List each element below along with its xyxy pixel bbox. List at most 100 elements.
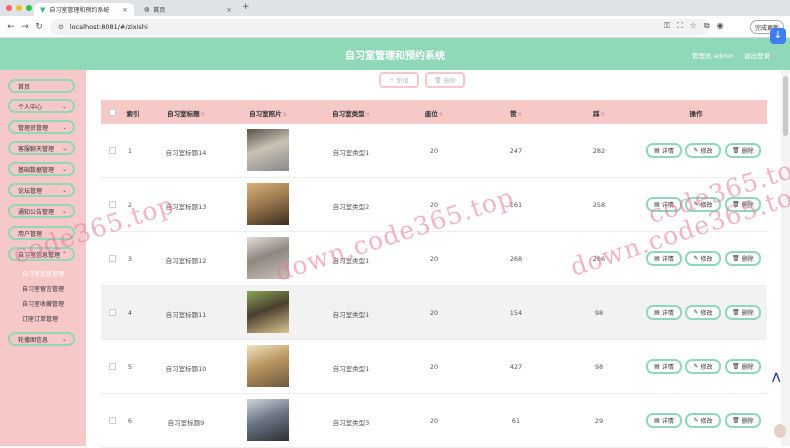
close-tab-icon[interactable]: × — [226, 6, 232, 14]
delete-button-label: 删除 — [443, 77, 456, 85]
cell-dislikes: 282 — [592, 147, 606, 155]
sidebar-item-home[interactable]: 首页 — [8, 79, 75, 93]
sort-icon[interactable]: ⇅ — [601, 112, 605, 118]
browser-tab-active[interactable]: ▼ 自习室管理和预约系统 × — [34, 3, 134, 16]
table-row[interactable]: 1 自习室标题14 自习室类型1 20 247 282 ▤ 详情 ✎ 修改 🗑 删除 — [101, 124, 767, 178]
detail-button[interactable]: ▤ 详情 — [646, 143, 682, 158]
download-icon[interactable]: ↓ — [770, 28, 786, 44]
chevron-down-icon: ⌄ — [61, 336, 67, 343]
table-row[interactable]: 6 自习室标题9 自习室类型3 20 61 29 ▤ 详情 ✎ 修改 🗑 删除 — [101, 394, 767, 448]
key-icon[interactable]: ⚿ — [664, 21, 670, 31]
detail-button[interactable]: ▤ 详情 — [646, 305, 682, 320]
row-checkbox[interactable] — [109, 417, 116, 424]
sidebar-item-chat[interactable]: 客服聊天管理 ⌄ — [8, 141, 75, 155]
avatar[interactable] — [774, 424, 786, 438]
sidebar-item-carousel[interactable]: 轮播图信息 ⌄ — [8, 332, 75, 346]
forward-icon[interactable]: → — [18, 22, 32, 32]
delete-button[interactable]: 🗑 删除 — [725, 305, 761, 320]
cell-dislikes: 29 — [594, 417, 604, 425]
table-row[interactable]: 4 自习室标题11 自习室类型1 20 154 98 ▤ 详情 ✎ 修改 🗑 删除 — [101, 286, 767, 340]
batch-delete-button[interactable]: 🗑 删除 — [425, 72, 465, 88]
page-title: 自习室管理和预约系统 — [345, 51, 445, 62]
document-icon: ▤ — [654, 417, 660, 424]
browser-tab[interactable]: ◍ 首页 × — [138, 3, 238, 16]
table-row[interactable]: 5 自习室标题10 自习室类型1 20 427 98 ▤ 详情 ✎ 修改 🗑 删除 — [101, 340, 767, 394]
minimize-window-icon[interactable] — [16, 5, 22, 11]
cell-likes: 268 — [509, 255, 523, 263]
edit-button[interactable]: ✎ 修改 — [685, 359, 721, 374]
translate-icon[interactable]: ⛶ — [677, 21, 683, 31]
sort-icon[interactable]: ⇅ — [201, 112, 205, 118]
studyroom-photo[interactable] — [247, 291, 289, 333]
edit-button[interactable]: ✎ 修改 — [685, 305, 721, 320]
column-header-label: 赞 — [510, 110, 517, 118]
detail-button[interactable]: ▤ 详情 — [646, 359, 682, 374]
select-all-checkbox[interactable] — [109, 109, 116, 116]
row-checkbox[interactable] — [109, 309, 116, 316]
sidebar-item-notice[interactable]: 通知公告管理 ⌄ — [8, 204, 75, 218]
sidebar-item-profile[interactable]: 个人中心 ⌄ — [8, 99, 75, 113]
cell-seats: 20 — [429, 147, 439, 155]
site-info-icon[interactable]: ⚙ — [58, 23, 64, 31]
row-checkbox[interactable] — [109, 147, 116, 154]
submenu-item-studyroom-info[interactable]: 自习室信息管理 — [22, 269, 64, 278]
column-header-dislikes[interactable]: 踩⇅ — [564, 108, 634, 118]
reload-icon[interactable]: ↻ — [32, 22, 46, 32]
column-header-title[interactable]: 自习室标题⇅ — [151, 108, 221, 118]
detail-button[interactable]: ▤ 详情 — [646, 413, 682, 428]
profile-icon[interactable]: ◉ — [717, 21, 724, 31]
delete-button[interactable]: 🗑 删除 — [725, 413, 761, 428]
column-header-type[interactable]: 自习室类型⇅ — [316, 108, 386, 118]
edit-button[interactable]: ✎ 修改 — [685, 251, 721, 266]
delete-button[interactable]: 🗑 删除 — [725, 251, 761, 266]
logout-link[interactable]: 退出登录 — [744, 50, 770, 60]
address-bar-row: ← → ↻ ⚙ localhost:8081/#/zixishi ⚿ ⛶ ☆ ⧉… — [0, 16, 790, 38]
sort-icon[interactable]: ⇅ — [283, 112, 287, 118]
submenu-item-booking-orders[interactable]: 订座订单管理 — [22, 314, 58, 323]
cell-index: 6 — [127, 417, 133, 425]
url-text: localhost:8081/#/zixishi — [69, 23, 148, 31]
brand-logo-icon[interactable]: ⋀ — [772, 372, 780, 383]
edit-button[interactable]: ✎ 修改 — [685, 143, 721, 158]
studyroom-photo[interactable] — [247, 129, 289, 171]
detail-button-label: 详情 — [661, 364, 674, 371]
studyroom-photo[interactable] — [247, 345, 289, 387]
sidebar-item-basedata[interactable]: 基础数据管理 ⌄ — [8, 162, 75, 176]
delete-button[interactable]: 🗑 删除 — [725, 359, 761, 374]
table-header: 索引 自习室标题⇅ 自习室照片⇅ 自习室类型⇅ 座位⇅ 赞⇅ 踩⇅ 操作 — [101, 100, 767, 124]
column-header-index: 索引 — [126, 110, 140, 118]
sort-icon[interactable]: ⇅ — [439, 112, 443, 118]
cell-dislikes: 258 — [592, 201, 606, 209]
star-icon[interactable]: ☆ — [690, 21, 697, 31]
close-tab-icon[interactable]: × — [122, 6, 128, 14]
sidebar-item-label: 个人中心 — [18, 103, 43, 111]
column-header-likes[interactable]: 赞⇅ — [481, 108, 551, 118]
scrollbar-thumb[interactable] — [783, 76, 788, 136]
sort-icon[interactable]: ⇅ — [366, 112, 370, 118]
sort-icon[interactable]: ⇅ — [518, 112, 522, 118]
chevron-down-icon: ⌄ — [61, 124, 67, 131]
column-header-photo[interactable]: 自习室照片⇅ — [233, 108, 303, 118]
submenu-item-studyroom-message[interactable]: 自习室留言管理 — [22, 284, 64, 293]
sidebar-item-label: 客服聊天管理 — [18, 145, 55, 153]
sidebar-item-forum[interactable]: 论坛管理 ⌄ — [8, 183, 75, 197]
studyroom-photo[interactable] — [247, 399, 289, 441]
edit-button[interactable]: ✎ 修改 — [685, 413, 721, 428]
maximize-window-icon[interactable] — [26, 5, 32, 11]
url-field[interactable]: ⚙ localhost:8081/#/zixishi — [50, 19, 710, 35]
row-checkbox[interactable] — [109, 363, 116, 370]
delete-button[interactable]: 🗑 删除 — [725, 143, 761, 158]
row-checkbox[interactable] — [109, 255, 116, 262]
chevron-down-icon: ⌄ — [61, 145, 67, 152]
column-header-seats[interactable]: 座位⇅ — [399, 108, 469, 118]
sidebar-item-admin[interactable]: 管理员管理 ⌄ — [8, 120, 75, 134]
add-button[interactable]: + 新增 — [379, 72, 419, 88]
new-tab-icon[interactable]: + — [242, 2, 250, 12]
browser-tab-bar: ▼ 自习室管理和预约系统 × ◍ 首页 × + — [0, 0, 790, 16]
studyroom-photo[interactable] — [247, 183, 289, 225]
extensions-icon[interactable]: ⧉ — [704, 21, 710, 31]
back-icon[interactable]: ← — [4, 22, 18, 32]
delete-button-label: 删除 — [741, 148, 754, 155]
close-window-icon[interactable] — [6, 5, 12, 11]
submenu-item-studyroom-favorite[interactable]: 自习室收藏管理 — [22, 299, 64, 308]
